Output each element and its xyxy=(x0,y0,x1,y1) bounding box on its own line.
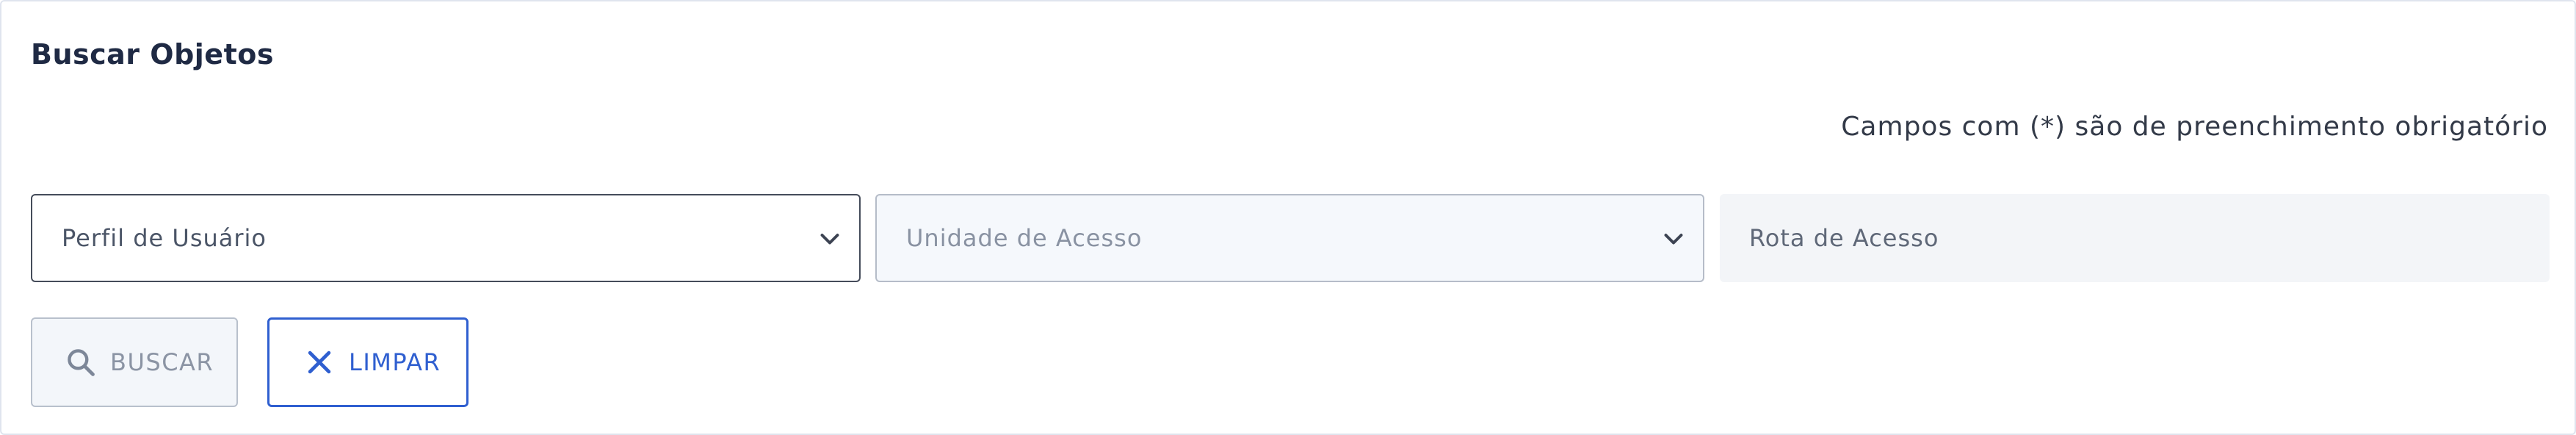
search-button-label: BUSCAR xyxy=(110,348,214,376)
required-fields-note: Campos com (*) são de preenchimento obri… xyxy=(1841,112,2548,142)
close-icon xyxy=(308,350,331,374)
search-button[interactable]: BUSCAR xyxy=(31,317,238,407)
access-unit-placeholder: Unidade de Acesso xyxy=(906,224,1143,252)
user-profile-select[interactable]: Perfil de Usuário xyxy=(31,194,861,282)
chevron-down-icon xyxy=(820,234,839,245)
panel-title: Buscar Objetos xyxy=(31,38,274,71)
access-route-input[interactable]: Rota de Acesso xyxy=(1720,194,2550,282)
user-profile-placeholder: Perfil de Usuário xyxy=(62,224,267,252)
clear-button-label: LIMPAR xyxy=(349,348,441,376)
search-objects-panel: Buscar Objetos Campos com (*) são de pre… xyxy=(0,0,2576,435)
chevron-down-icon xyxy=(1664,234,1683,245)
search-icon xyxy=(68,349,95,376)
access-route-placeholder: Rota de Acesso xyxy=(1749,224,1939,252)
clear-button[interactable]: LIMPAR xyxy=(267,317,468,407)
access-unit-select[interactable]: Unidade de Acesso xyxy=(875,194,1704,282)
